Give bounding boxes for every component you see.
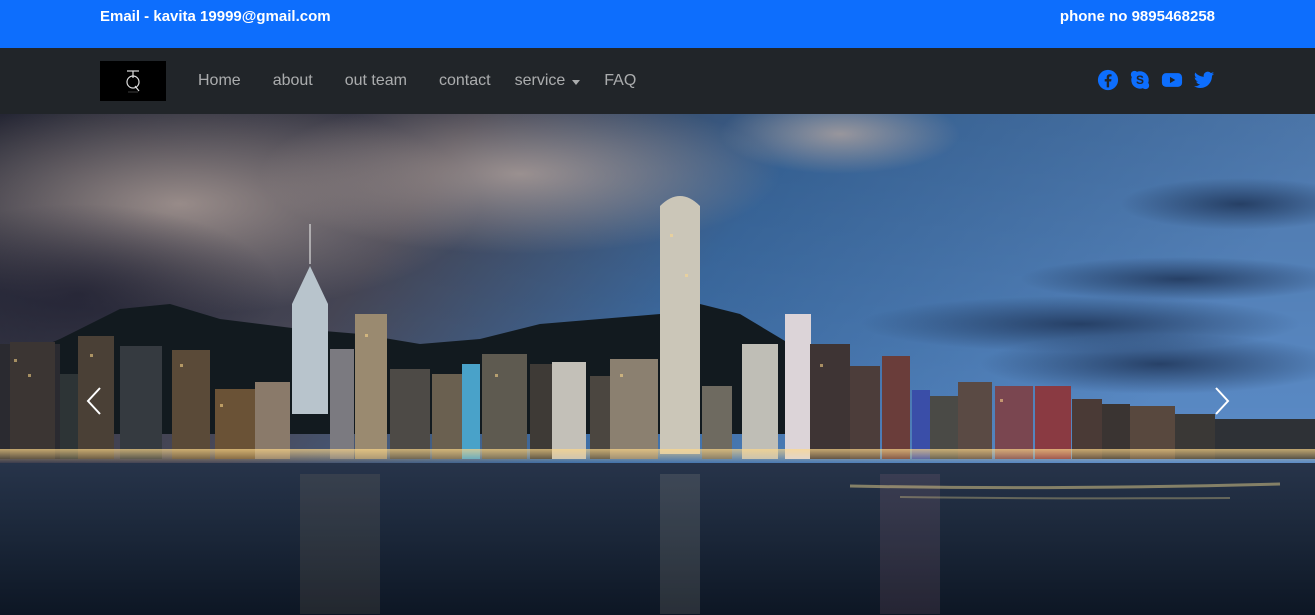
carousel-prev-arrow[interactable] bbox=[80, 384, 110, 418]
nav-about[interactable]: about bbox=[273, 72, 313, 90]
nav-home[interactable]: Home bbox=[198, 72, 241, 90]
nav-service-label: service bbox=[514, 72, 566, 89]
nav-our-team[interactable]: out team bbox=[345, 72, 407, 90]
caret-down-icon bbox=[572, 79, 581, 85]
nav-contact[interactable]: contact bbox=[439, 72, 491, 90]
social-links: S bbox=[1097, 69, 1215, 91]
youtube-icon[interactable] bbox=[1161, 69, 1183, 91]
hero-carousel bbox=[0, 114, 1315, 615]
logo-mark-icon bbox=[126, 70, 140, 93]
carousel-next-arrow[interactable] bbox=[1206, 384, 1236, 418]
brand-logo[interactable] bbox=[100, 61, 166, 101]
top-info-bar: Email - kavita 19999@gmail.com phone no … bbox=[0, 0, 1315, 48]
nav-service-dropdown[interactable]: service bbox=[515, 72, 581, 90]
contact-email: Email - kavita 19999@gmail.com bbox=[100, 8, 331, 25]
main-navbar: Home about out team contact service FAQ … bbox=[0, 48, 1315, 114]
skype-icon[interactable]: S bbox=[1129, 69, 1151, 91]
nav-faq[interactable]: FAQ bbox=[604, 72, 636, 90]
contact-phone: phone no 9895468258 bbox=[1059, 8, 1215, 25]
twitter-icon[interactable] bbox=[1193, 69, 1215, 91]
nav-links: Home about out team contact service FAQ bbox=[198, 48, 668, 114]
svg-text:S: S bbox=[1136, 73, 1144, 87]
city-skyline-image bbox=[0, 114, 1315, 615]
facebook-icon[interactable] bbox=[1097, 69, 1119, 91]
